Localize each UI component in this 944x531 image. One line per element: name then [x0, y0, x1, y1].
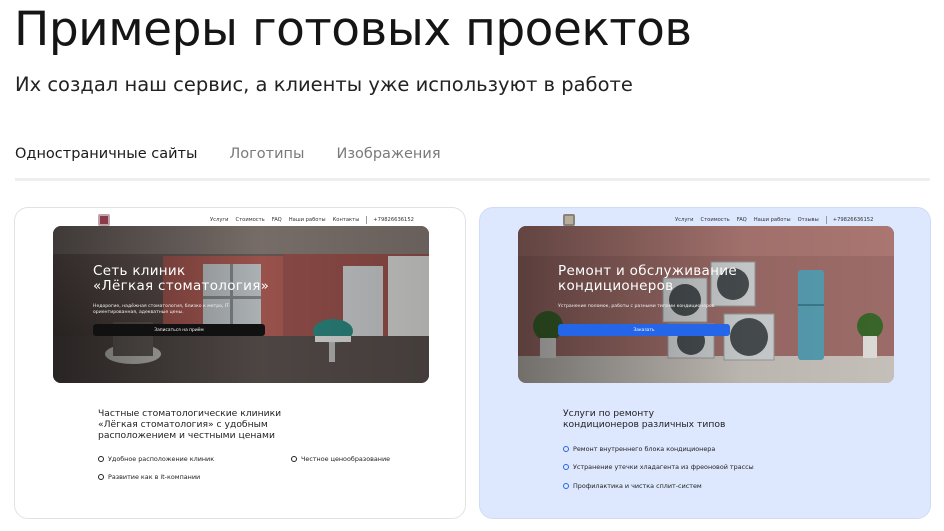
hero-image-air-conditioners: Ремонт и обслуживание кондиционеров Устр…: [518, 226, 894, 383]
project-card-air-conditioning[interactable]: Услуги Стоимость FAQ Наши работы Отзывы …: [479, 207, 931, 519]
nav-link: Отзывы: [797, 217, 819, 223]
nav-separator: [825, 216, 827, 224]
section-title: Частные стоматологические клиники «Лёгка…: [98, 408, 282, 441]
nav-link: Услуги: [675, 217, 694, 223]
book-appointment-button[interactable]: Записаться на приём: [93, 324, 265, 336]
nav-link: FAQ: [271, 217, 282, 223]
site-logo: [563, 214, 575, 226]
page-subtitle: Их создал наш сервис, а клиенты уже испо…: [15, 73, 633, 96]
nav-link: Стоимость: [700, 217, 730, 223]
bullet-icon: [291, 456, 297, 462]
tab-images[interactable]: Изображения: [336, 146, 440, 162]
tab-landing-pages[interactable]: Одностраничные сайты: [15, 146, 197, 162]
bullet-icon: [563, 446, 569, 452]
feature-item: Устранение утечки хладагента из фреоново…: [563, 463, 754, 471]
nav-link: FAQ: [736, 217, 747, 223]
tabs-divider: [15, 178, 930, 181]
hero-image-dental-clinic: Сеть клиник «Лёгкая стоматология» Недоро…: [53, 226, 429, 383]
nav-link: Наши работы: [753, 217, 791, 223]
site-logo: [98, 214, 110, 226]
feature-item: Ремонт внутреннего блока кондиционера: [563, 445, 715, 453]
feature-item: Развитие как в it-компании: [98, 473, 200, 481]
hero-description: Недорогие, надёжная стоматология, близко…: [93, 304, 231, 315]
bullet-icon: [563, 464, 569, 470]
nav-link: Услуги: [210, 217, 229, 223]
page-title: Примеры готовых проектов: [14, 2, 692, 57]
feature-item: Профилактика и чистка сплит-систем: [563, 482, 702, 490]
hero-title: Сеть клиник «Лёгкая стоматология»: [93, 263, 270, 294]
bullet-icon: [98, 456, 104, 462]
nav-phone: +79826636152: [832, 217, 874, 223]
nav-link: Контакты: [332, 217, 360, 223]
hero-title: Ремонт и обслуживание кондиционеров: [558, 263, 737, 294]
nav-link: Стоимость: [235, 217, 265, 223]
feature-item: Честное ценообразование: [291, 455, 390, 463]
nav-separator: [366, 216, 368, 224]
bullet-icon: [98, 474, 104, 480]
order-button[interactable]: Заказать: [558, 324, 730, 336]
feature-item: Удобное расположение клиник: [98, 455, 214, 463]
project-card-dentistry[interactable]: Услуги Стоимость FAQ Наши работы Контакт…: [14, 207, 466, 519]
tab-logos[interactable]: Логотипы: [229, 146, 304, 162]
nav-link: Наши работы: [288, 217, 326, 223]
nav-phone: +79826636152: [373, 217, 414, 223]
project-type-tabs: Одностраничные сайты Логотипы Изображени…: [15, 146, 473, 162]
section-title: Услуги по ремонту кондиционеров различны…: [563, 408, 726, 430]
hero-description: Устранение поломок, работы с разными тип…: [558, 304, 715, 309]
bullet-icon: [563, 483, 569, 489]
